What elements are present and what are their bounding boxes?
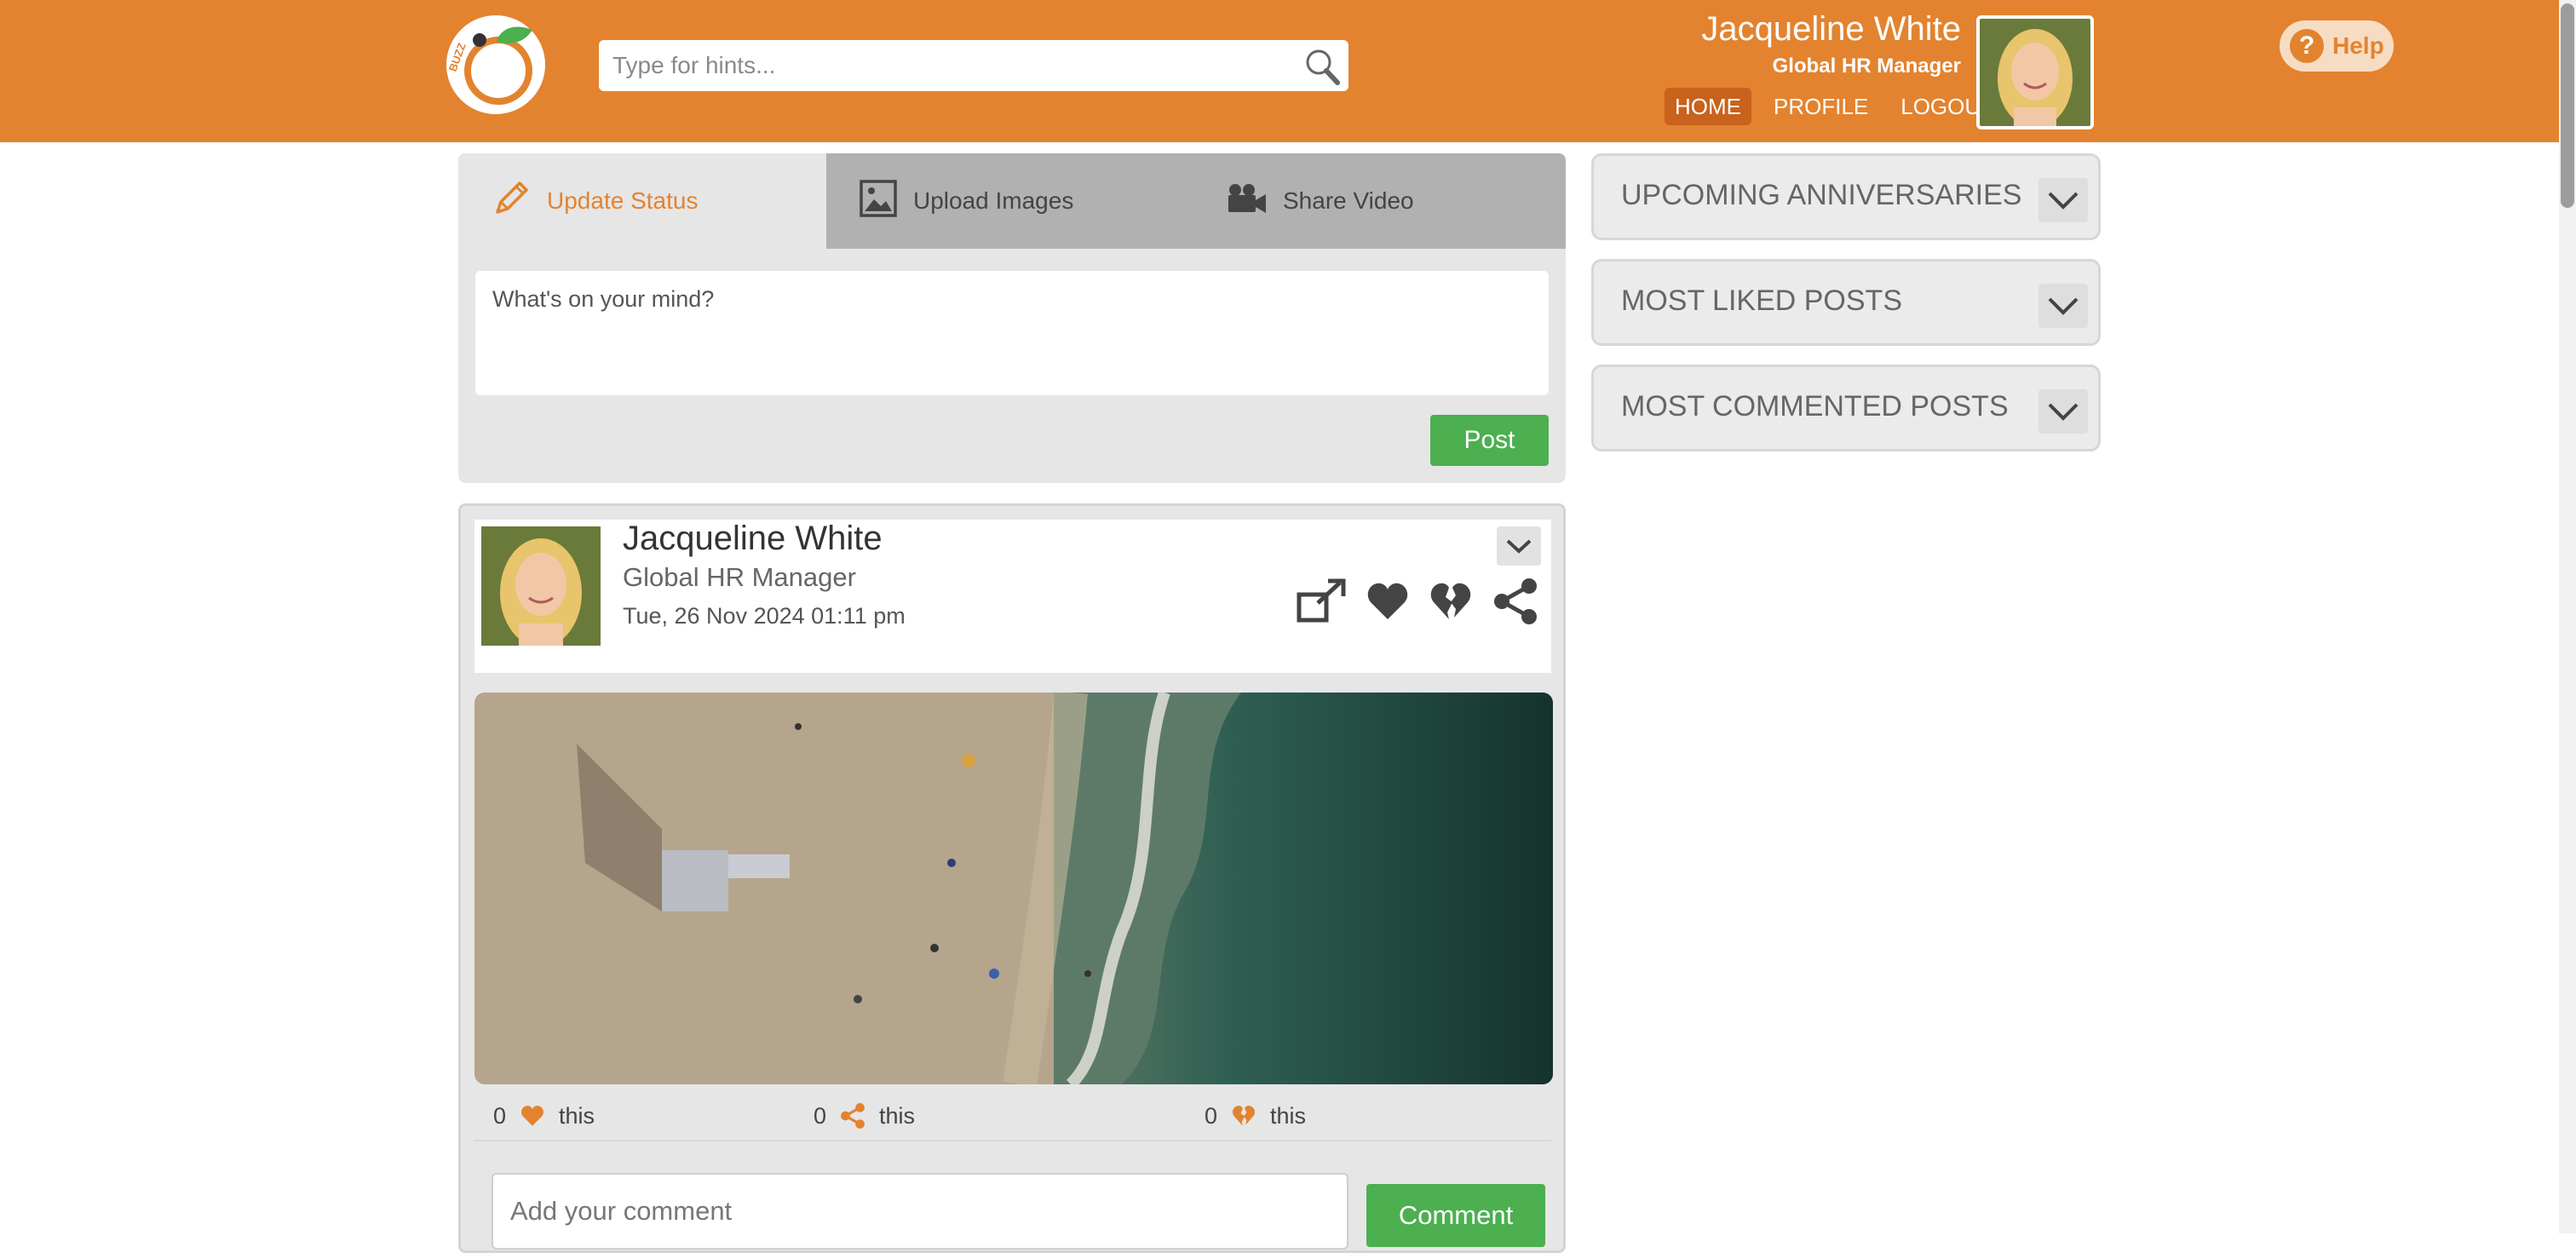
dislikes-text: this <box>1270 1102 1307 1129</box>
tab-upload-images-label: Upload Images <box>913 187 1074 214</box>
share-icon[interactable] <box>1492 578 1539 629</box>
panel-label: MOST COMMENTED POSTS <box>1621 390 2009 422</box>
pencil-icon <box>491 178 547 225</box>
feed-post: Jacqueline White Global HR Manager Tue, … <box>458 503 1566 1253</box>
likes-stat[interactable]: 0 this <box>493 1097 595 1135</box>
help-label: Help <box>2332 32 2384 59</box>
tab-share-video-label: Share Video <box>1283 187 1414 214</box>
post-author-name[interactable]: Jacqueline White <box>623 520 883 558</box>
post-menu-chevron-icon[interactable] <box>1497 526 1541 566</box>
broken-heart-icon <box>1231 1104 1256 1128</box>
open-external-icon[interactable] <box>1296 578 1347 629</box>
comment-input[interactable] <box>492 1173 1348 1250</box>
scrollbar-thumb[interactable] <box>2561 3 2574 208</box>
status-input[interactable] <box>475 271 1549 395</box>
video-camera-icon <box>1225 181 1283 221</box>
image-icon <box>859 179 913 224</box>
post-author-avatar[interactable] <box>481 526 601 646</box>
chevron-down-icon[interactable] <box>2038 178 2088 222</box>
panel-upcoming-anniversaries[interactable]: UPCOMING ANNIVERSARIES <box>1591 153 2101 240</box>
post-timestamp: Tue, 26 Nov 2024 01:11 pm <box>623 603 906 629</box>
tab-upload-images[interactable]: Upload Images <box>859 153 1073 249</box>
heart-icon[interactable] <box>1366 580 1410 627</box>
tab-share-video[interactable]: Share Video <box>1225 153 1414 249</box>
post-header: Jacqueline White Global HR Manager Tue, … <box>474 520 1551 673</box>
post-stats: 0 this 0 this 0 this <box>474 1097 1551 1141</box>
search-box <box>599 40 1348 91</box>
dislikes-stat[interactable]: 0 this <box>1205 1097 1306 1135</box>
header-user-role: Global HR Manager <box>1772 55 1961 78</box>
tab-update-status-label: Update Status <box>547 187 699 214</box>
search-input[interactable] <box>611 46 1287 85</box>
likes-count: 0 <box>493 1102 507 1129</box>
panel-most-liked-posts[interactable]: MOST LIKED POSTS <box>1591 259 2101 346</box>
shares-stat[interactable]: 0 this <box>814 1097 915 1135</box>
shares-text: this <box>879 1102 916 1129</box>
help-question-icon: ? <box>2290 29 2324 63</box>
help-button[interactable]: ? Help <box>2280 20 2394 72</box>
broken-heart-icon[interactable] <box>1429 580 1473 627</box>
panel-label: MOST LIKED POSTS <box>1621 285 1903 317</box>
buzz-logo[interactable]: BUZZ <box>444 13 548 117</box>
search-icon[interactable] <box>1301 45 1343 88</box>
user-avatar[interactable] <box>1976 15 2094 129</box>
comment-button[interactable]: Comment <box>1366 1184 1545 1247</box>
heart-icon <box>520 1104 545 1128</box>
dislikes-count: 0 <box>1205 1102 1218 1129</box>
likes-text: this <box>559 1102 595 1129</box>
post-author-role: Global HR Manager <box>623 562 856 592</box>
post-button[interactable]: Post <box>1430 415 1549 466</box>
post-image[interactable] <box>474 693 1553 1084</box>
post-actions <box>1296 578 1558 629</box>
panel-label: UPCOMING ANNIVERSARIES <box>1621 179 2022 211</box>
nav-home[interactable]: HOME <box>1665 88 1751 125</box>
top-header: BUZZ Jacqueline White Global HR Manager … <box>0 0 2576 142</box>
nav-profile[interactable]: PROFILE <box>1763 88 1878 125</box>
chevron-down-icon[interactable] <box>2038 389 2088 434</box>
main-nav: HOME PROFILE LOGOUT <box>1665 88 2016 125</box>
header-user-name: Jacqueline White <box>1701 10 1961 48</box>
composer-tabs: Update Status Upload Images Share Video <box>458 153 1566 249</box>
tab-update-status[interactable]: Update Status <box>458 153 826 249</box>
shares-count: 0 <box>814 1102 827 1129</box>
post-composer: Update Status Upload Images Share Video … <box>458 153 1566 483</box>
panel-most-commented-posts[interactable]: MOST COMMENTED POSTS <box>1591 365 2101 451</box>
chevron-down-icon[interactable] <box>2038 284 2088 328</box>
share-icon <box>840 1103 865 1129</box>
